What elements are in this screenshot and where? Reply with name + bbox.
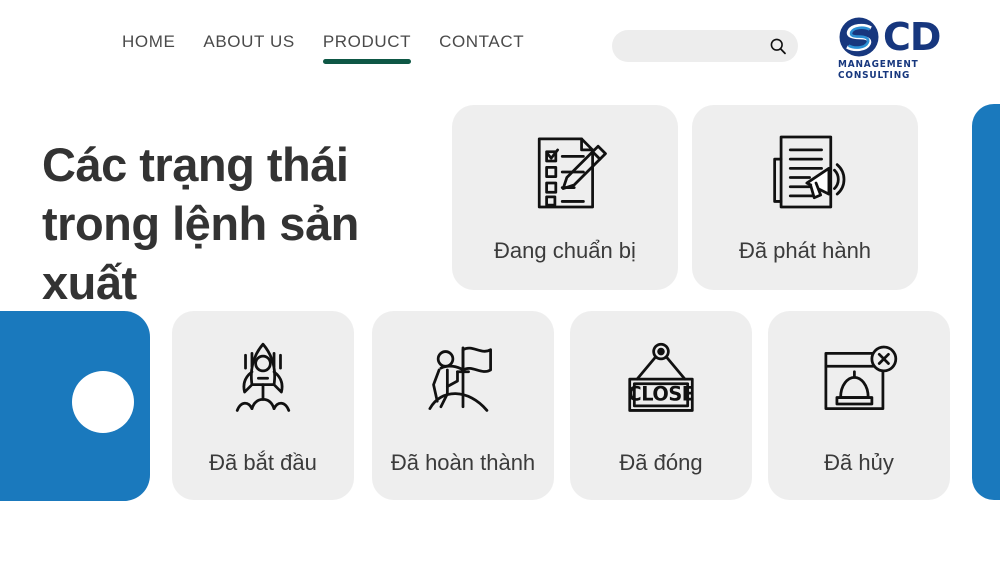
status-card-da-phat-hanh[interactable]: Đã phát hành (692, 105, 918, 290)
status-card-da-dong[interactable]: CLOSE Đã đóng (570, 311, 752, 500)
status-card-da-hoan-thanh[interactable]: Đã hoàn thành (372, 311, 554, 500)
nav-item-label: ABOUT US (203, 32, 295, 51)
nav-item-label: CONTACT (439, 32, 525, 51)
checklist-pencil-icon (452, 105, 678, 238)
nav-item-product[interactable]: PRODUCT (309, 32, 425, 64)
nav-item-about-us[interactable]: ABOUT US (189, 32, 308, 52)
decorative-blue-bar-right (972, 104, 1000, 500)
status-card-da-huy[interactable]: Đã hủy (768, 311, 950, 500)
main-navigation: HOME ABOUT US PRODUCT CONTACT (108, 32, 538, 64)
search-input[interactable] (612, 30, 798, 62)
brand-logo[interactable]: CD MANAGEMENT CONSULTING (838, 15, 972, 81)
status-card-label: Đã hoàn thành (390, 450, 536, 475)
nav-item-label: PRODUCT (322, 32, 412, 51)
nav-item-home[interactable]: HOME (108, 32, 189, 52)
nav-item-contact[interactable]: CONTACT (425, 32, 538, 52)
person-flag-summit-icon (372, 311, 554, 450)
close-sign-text: CLOSE (627, 382, 694, 405)
document-megaphone-icon (692, 105, 918, 238)
swirl-circle-logo-icon (839, 17, 879, 57)
status-card-label: Đã hủy (824, 450, 894, 475)
active-nav-underline (322, 59, 412, 64)
nav-item-label: HOME (122, 32, 176, 51)
status-card-da-bat-dau[interactable]: Đã bắt đầu (172, 311, 354, 500)
status-card-label: Đã đóng (619, 450, 703, 475)
decorative-white-circle (72, 371, 134, 433)
window-cancel-icon (768, 311, 950, 450)
logo-wordmark: CD (883, 15, 941, 59)
status-card-label: Đã phát hành (738, 238, 872, 263)
status-card-label: Đã bắt đầu (209, 450, 317, 475)
close-sign-icon: CLOSE (570, 311, 752, 450)
status-card-label: Đang chuẩn bị (494, 238, 636, 263)
logo-subtitle: MANAGEMENT CONSULTING (838, 59, 919, 81)
site-header: HOME ABOUT US PRODUCT CONTACT CD MANAGEM… (0, 0, 1000, 92)
page-title: Các trạng thái trong lệnh sản xuất (42, 138, 359, 310)
status-card-dang-chuan-bi[interactable]: Đang chuẩn bị (452, 105, 678, 290)
rocket-launch-icon (172, 311, 354, 450)
